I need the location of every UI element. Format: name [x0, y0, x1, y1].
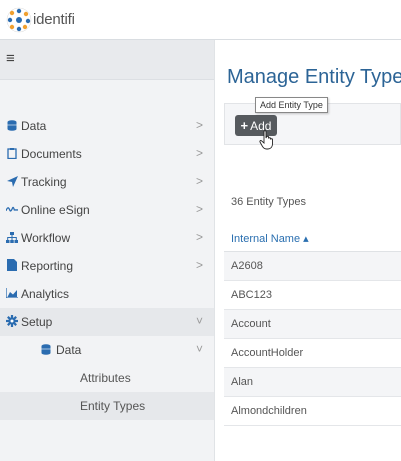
add-entity-type-tooltip: Add Entity Type — [255, 97, 328, 113]
table-row[interactable]: AccountHolder — [224, 339, 401, 368]
chevron-right-icon: > — [196, 202, 204, 216]
sidebar-item-label: Setup — [21, 315, 53, 329]
table-row[interactable]: ABC123 — [224, 281, 401, 310]
logo-icon[interactable] — [6, 7, 32, 33]
sidebar-item-tracking[interactable]: Tracking > — [0, 168, 214, 196]
database-icon — [6, 119, 18, 131]
hamburger-icon: ≡ — [6, 50, 15, 67]
send-icon — [6, 175, 18, 187]
sidebar-item-label: Data — [21, 119, 47, 133]
sidebar-subitem-attributes[interactable]: Attributes — [0, 364, 214, 392]
column-header-internal-name[interactable]: Internal Name ▴ — [224, 226, 401, 252]
page-title: Manage Entity Types — [227, 66, 401, 88]
sidebar-item-analytics[interactable]: Analytics — [0, 280, 214, 308]
sidebar-item-online-esign[interactable]: Online eSign > — [0, 196, 214, 224]
sidebar-item-label: Documents — [21, 147, 82, 161]
sidebar-item-reporting[interactable]: Reporting > — [0, 252, 214, 280]
sidebar-item-workflow[interactable]: Workflow > — [0, 224, 214, 252]
hand-pointer-icon — [259, 130, 273, 150]
document-icon — [6, 147, 18, 159]
chevron-right-icon: > — [196, 258, 204, 272]
table-row[interactable]: A2608 — [224, 252, 401, 281]
sidebar-item-setup[interactable]: Setup ˅ — [0, 308, 214, 336]
table-row[interactable]: Account — [224, 310, 401, 339]
sidebar-item-data[interactable]: Data > — [0, 112, 214, 140]
sidebar-item-label: Reporting — [21, 259, 74, 273]
chevron-down-icon: ˅ — [196, 314, 204, 328]
entity-types-table: Internal Name ▴ A2608 ABC123 Account Acc… — [224, 226, 401, 426]
menu-toggle-button[interactable]: ≡ — [0, 40, 214, 80]
sidebar-item-label: Data — [56, 343, 82, 357]
sidebar-item-label: Entity Types — [80, 399, 146, 413]
sidebar-item-label: Attributes — [80, 371, 131, 385]
sidebar-item-label: Analytics — [21, 287, 70, 301]
chevron-right-icon: > — [196, 146, 204, 160]
database-icon — [40, 343, 52, 355]
sidebar-item-label: Online eSign — [21, 203, 90, 217]
chevron-right-icon: > — [196, 230, 204, 244]
chevron-right-icon: > — [196, 118, 204, 132]
entity-type-count: 36 Entity Types — [231, 196, 307, 208]
chevron-right-icon: > — [196, 174, 204, 188]
logo-text: identifi — [33, 11, 75, 28]
sidebar: ≡ Data > Documents > Tracking > Online e… — [0, 40, 215, 461]
plus-icon: + — [240, 117, 249, 133]
gear-icon — [6, 315, 18, 327]
sidebar-item-documents[interactable]: Documents > — [0, 140, 214, 168]
table-row[interactable]: Alan — [224, 368, 401, 397]
chevron-down-icon: ˅ — [196, 342, 204, 356]
sidebar-item-label: Tracking — [21, 175, 67, 189]
signature-icon — [6, 203, 18, 215]
sidebar-subitem-setup-data[interactable]: Data ˅ — [0, 336, 214, 364]
table-row[interactable]: Almondchildren — [224, 397, 401, 426]
main-content: Manage Entity Types + Add Add Entity Typ… — [215, 40, 401, 461]
sitemap-icon — [6, 231, 18, 243]
sidebar-subitem-entity-types[interactable]: Entity Types — [0, 392, 214, 420]
top-bar: identifi — [0, 0, 401, 40]
area-chart-icon — [6, 287, 18, 299]
sidebar-item-label: Workflow — [21, 231, 71, 245]
report-icon — [6, 259, 18, 271]
